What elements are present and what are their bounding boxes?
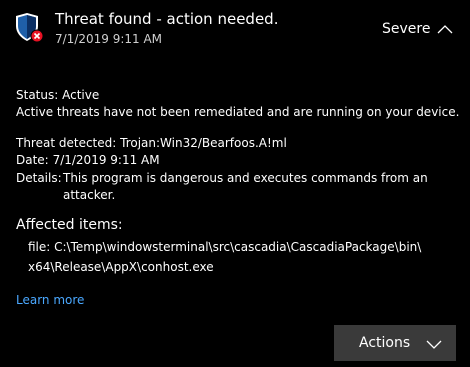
threat-row: Threat detected: Trojan:Win32/Bearfoos.A… bbox=[16, 135, 287, 151]
status-message: Active threats have not been remediated … bbox=[16, 105, 460, 119]
actions-button-label: Actions bbox=[359, 335, 411, 351]
details-label: Details: bbox=[16, 171, 62, 185]
details-value: This program is dangerous and executes c… bbox=[63, 171, 428, 202]
learn-more-link[interactable]: Learn more bbox=[16, 292, 84, 308]
severity-label: Severe bbox=[382, 21, 431, 37]
threat-label: Threat detected: bbox=[16, 136, 117, 150]
status-row: Status: Active bbox=[16, 87, 99, 103]
status-value: Active bbox=[62, 88, 100, 102]
threat-value: Trojan:Win32/Bearfoos.A!ml bbox=[120, 136, 287, 150]
notification-timestamp: 7/1/2019 9:11 AM bbox=[55, 32, 163, 46]
date-value: 7/1/2019 9:11 AM bbox=[52, 153, 160, 167]
notification-header: Threat found - action needed. 7/1/2019 9… bbox=[0, 0, 470, 60]
date-row: Date: 7/1/2019 9:11 AM bbox=[16, 152, 160, 168]
shield-error-icon bbox=[15, 13, 44, 43]
actions-button[interactable]: Actions bbox=[334, 325, 456, 361]
affected-items-heading: Affected items: bbox=[16, 217, 123, 233]
date-label: Date: bbox=[16, 153, 49, 167]
chevron-up-icon[interactable] bbox=[435, 20, 455, 38]
chevron-down-icon bbox=[426, 336, 442, 350]
affected-item: file: C:\Temp\windowsterminal\src\cascad… bbox=[28, 240, 422, 274]
notification-title: Threat found - action needed. bbox=[55, 10, 279, 28]
status-label: Status: bbox=[16, 88, 59, 102]
